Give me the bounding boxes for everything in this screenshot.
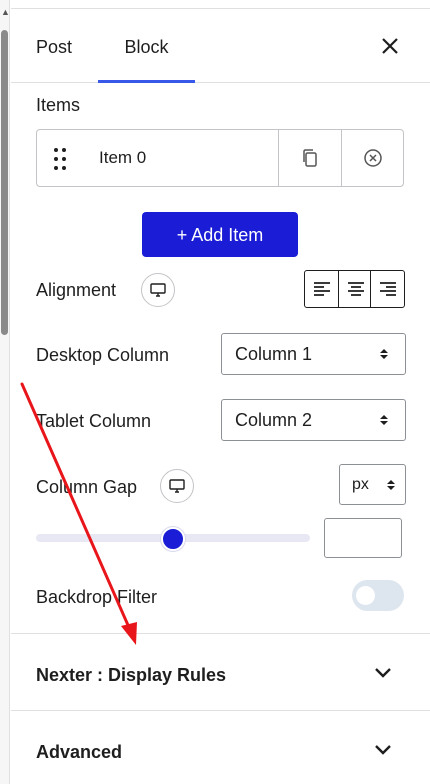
- toggle-knob: [356, 586, 375, 605]
- tablet-column-value: Column 2: [235, 410, 313, 430]
- desktop-column-label: Desktop Column: [36, 345, 170, 365]
- alignment-device-button[interactable]: [141, 273, 175, 307]
- desktop-icon: [150, 283, 166, 297]
- chevron-down-icon: [375, 745, 391, 755]
- copy-icon: [303, 149, 317, 167]
- block-settings-panel: Post Block Items Item 0 + Add Item Align…: [11, 0, 430, 784]
- drag-handle-icon[interactable]: [53, 147, 67, 171]
- duplicate-item-button[interactable]: [279, 130, 341, 186]
- display-rules-section[interactable]: Nexter : Display Rules: [11, 633, 430, 710]
- sidebar-tabs: Post Block: [11, 9, 430, 83]
- repeater-item-label[interactable]: Item 0: [99, 130, 146, 186]
- desktop-column-value: Column 1: [235, 344, 313, 364]
- column-gap-device-button[interactable]: [160, 469, 194, 503]
- alignment-buttons: [304, 270, 405, 308]
- tab-block[interactable]: Block: [98, 9, 195, 83]
- close-icon[interactable]: [377, 33, 403, 59]
- desktop-icon: [169, 479, 185, 493]
- add-item-button[interactable]: + Add Item: [142, 212, 298, 257]
- section-title: Advanced: [36, 742, 123, 762]
- select-caret-icon: [387, 480, 395, 490]
- column-gap-input[interactable]: [324, 518, 402, 558]
- align-center-button[interactable]: [338, 271, 371, 307]
- select-caret-icon: [380, 349, 388, 359]
- align-left-button[interactable]: [305, 271, 338, 307]
- tablet-column-label: Tablet Column: [36, 411, 152, 431]
- align-right-icon: [380, 282, 396, 296]
- scroll-up-icon[interactable]: ▲: [1, 8, 10, 17]
- column-gap-slider-thumb[interactable]: [161, 527, 185, 551]
- chevron-down-icon: [375, 668, 391, 678]
- column-gap-label: Column Gap: [36, 477, 138, 497]
- desktop-column-select[interactable]: Column 1: [221, 333, 406, 375]
- section-title: Nexter : Display Rules: [36, 665, 227, 685]
- outer-scrollbar[interactable]: ▲: [0, 0, 10, 784]
- column-gap-unit: px: [352, 476, 369, 493]
- repeater-item[interactable]: Item 0: [36, 129, 404, 187]
- advanced-section[interactable]: Advanced: [11, 710, 430, 784]
- alignment-label: Alignment: [36, 280, 117, 300]
- align-center-icon: [348, 282, 364, 296]
- tablet-column-select[interactable]: Column 2: [221, 399, 406, 441]
- remove-item-button[interactable]: [342, 130, 404, 186]
- backdrop-filter-label: Backdrop Filter: [36, 587, 158, 607]
- items-heading: Items: [36, 95, 81, 115]
- tab-post[interactable]: Post: [36, 9, 72, 82]
- scrollbar-thumb[interactable]: [1, 30, 8, 335]
- circle-x-icon: [364, 149, 382, 167]
- column-gap-unit-select[interactable]: px: [339, 464, 406, 505]
- backdrop-filter-toggle[interactable]: [352, 580, 404, 611]
- select-caret-icon: [380, 415, 388, 425]
- align-right-button[interactable]: [371, 271, 404, 307]
- align-left-icon: [314, 282, 330, 296]
